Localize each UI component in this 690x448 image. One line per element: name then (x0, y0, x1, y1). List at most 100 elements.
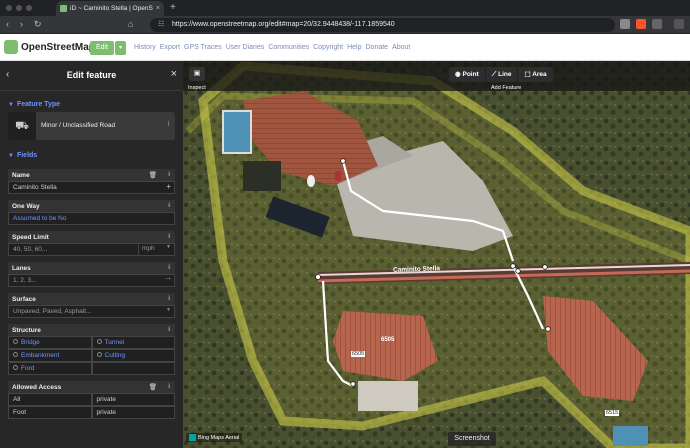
info-icon[interactable]: i (168, 171, 170, 178)
speed-unit-select[interactable]: mph ▼ (138, 243, 174, 256)
oneway-value: Assumed to be No (13, 215, 67, 222)
browser-toolbar: ‹ › ↻ ⌂ ☷ https://www.openstreetmap.org/… (0, 16, 690, 34)
reader-icon[interactable] (620, 19, 630, 29)
trash-icon[interactable]: 🗑 (149, 383, 157, 391)
sidebar-title: Edit feature (66, 70, 117, 80)
feature-type-label: Minor / Unclassified Road (41, 122, 116, 129)
site-info-icon[interactable]: ☷ (158, 18, 164, 32)
fields-heading: Fields (16, 152, 38, 159)
imagery-attribution[interactable]: Bing Maps Aerial (186, 433, 243, 442)
name-label: Name (12, 172, 30, 179)
window-controls[interactable] (6, 5, 32, 11)
surface-label: Surface (12, 296, 36, 303)
menu-icon[interactable] (674, 19, 684, 29)
oneway-checkbox[interactable]: Assumed to be No (8, 212, 175, 225)
top-nav: History Export GPS Traces User Diaries C… (134, 44, 410, 51)
sidebar-header: ‹ Edit feature × (0, 61, 183, 91)
nav-copyright[interactable]: Copyright (313, 44, 343, 51)
structure-tunnel[interactable]: Tunnel (91, 336, 175, 349)
info-icon[interactable]: i (167, 121, 169, 128)
tab-close-icon[interactable]: × (156, 5, 160, 12)
lanes-input[interactable]: 1, 2, 3... –+ (8, 274, 175, 287)
nav-about[interactable]: About (392, 44, 410, 51)
speed-input[interactable]: 40, 50, 60... mph ▼ (8, 243, 175, 256)
info-icon[interactable]: i (168, 295, 170, 302)
info-icon[interactable]: i (168, 202, 170, 209)
info-icon[interactable]: i (168, 233, 170, 240)
house-number: 6505 (381, 337, 395, 343)
nav-communities[interactable]: Communities (268, 44, 309, 51)
radio-icon (13, 365, 18, 370)
inspect-sidebar-icon[interactable]: ▣ (189, 67, 205, 81)
info-icon[interactable]: i (168, 326, 170, 333)
feature-type-toggle[interactable]: ▼ Feature Type (0, 91, 183, 112)
browser-tab[interactable]: iD ~ Caminito Stella | OpenStreetMap × (56, 1, 164, 16)
add-localized-name-icon[interactable]: + (166, 182, 171, 191)
back-icon[interactable]: ‹ (6, 19, 9, 29)
radio-icon (13, 352, 18, 357)
close-icon[interactable]: × (171, 68, 177, 80)
add-area-button[interactable]: ⬚ Area (518, 67, 553, 82)
structure-cutting[interactable]: Cutting (91, 349, 175, 362)
nav-history[interactable]: History (134, 44, 156, 51)
area-label: Area (532, 71, 547, 78)
add-line-button[interactable]: ⟋ Line (485, 67, 518, 82)
access-row: Foot private (8, 406, 175, 419)
structure-embankment[interactable]: Embankment (8, 349, 92, 362)
address-bar[interactable]: ☷ https://www.openstreetmap.org/edit#map… (150, 18, 615, 32)
feature-type-selector[interactable]: ⛟ Minor / Unclassified Road i (8, 112, 175, 140)
osm-header: OpenStreetMap Edit ▾ History Export GPS … (0, 34, 690, 61)
new-tab-icon[interactable]: + (170, 2, 176, 13)
reload-icon[interactable]: ↻ (34, 19, 42, 30)
house-number: 6505 (351, 351, 366, 357)
nav-gps-traces[interactable]: GPS Traces (184, 44, 222, 51)
add-point-button[interactable]: ◉ Point (449, 67, 485, 82)
chevron-down-icon: ▼ (8, 102, 14, 108)
embankment-label: Embankment (21, 352, 60, 359)
aerial-imagery (183, 61, 690, 448)
info-icon[interactable]: i (168, 264, 170, 271)
osm-logo-icon[interactable] (4, 40, 18, 54)
oneway-field: One Way i Assumed to be No (8, 200, 175, 225)
home-icon[interactable]: ⌂ (128, 19, 133, 29)
edit-dropdown-caret-icon[interactable]: ▾ (115, 41, 126, 55)
edit-button[interactable]: Edit (90, 41, 114, 55)
edit-feature-sidebar: ‹ Edit feature × ▼ Feature Type ⛟ Minor /… (0, 61, 183, 448)
fields-toggle[interactable]: ▼ Fields (0, 140, 183, 163)
nav-user-diaries[interactable]: User Diaries (226, 44, 265, 51)
structure-ford[interactable]: Ford (8, 362, 92, 375)
chevron-down-icon: ▼ (166, 244, 171, 250)
structure-bridge[interactable]: Bridge (8, 336, 92, 349)
speed-unit: mph (142, 245, 155, 252)
chevron-down-icon: ▼ (8, 153, 14, 159)
ford-label: Ford (21, 365, 35, 372)
trash-icon[interactable]: 🗑 (149, 171, 157, 179)
lanes-label: Lanes (12, 265, 31, 272)
tunnel-label: Tunnel (104, 339, 125, 346)
nav-help[interactable]: Help (347, 44, 361, 51)
add-feature-label: Add Feature (491, 85, 522, 91)
screenshot-tag: Screenshot (448, 432, 496, 446)
structure-field: Structure i Bridge Tunnel Embankment Cutt… (8, 324, 175, 375)
access-key: All (8, 393, 92, 406)
nav-export[interactable]: Export (160, 44, 180, 51)
surface-combo[interactable]: Unpaved, Paved, Asphalt... ▼ (8, 305, 175, 318)
nav-donate[interactable]: Donate (366, 44, 389, 51)
allowed-access-field: Allowed Access 🗑 i All private Foot privat… (8, 381, 175, 419)
forward-icon[interactable]: › (20, 19, 23, 29)
name-input[interactable]: Caminito Stella + (8, 181, 175, 194)
map-canvas[interactable]: Caminito Stella 6505 6505 6515 (183, 61, 690, 448)
speed-placeholder: 40, 50, 60... (13, 246, 48, 253)
access-value-select[interactable]: private (91, 393, 175, 406)
brand-name[interactable]: OpenStreetMap (21, 42, 95, 53)
car-icon: ⛟ (8, 112, 36, 140)
rewards-icon[interactable] (652, 19, 662, 29)
brave-shield-icon[interactable] (636, 19, 646, 29)
access-value-select[interactable]: private (91, 406, 175, 419)
radio-icon (13, 339, 18, 344)
speed-label: Speed Limit (12, 234, 49, 241)
stepper-icon[interactable]: –+ (165, 276, 171, 282)
info-icon[interactable]: i (168, 383, 170, 390)
bridge-label: Bridge (21, 339, 40, 346)
surface-placeholder: Unpaved, Paved, Asphalt... (13, 308, 92, 315)
